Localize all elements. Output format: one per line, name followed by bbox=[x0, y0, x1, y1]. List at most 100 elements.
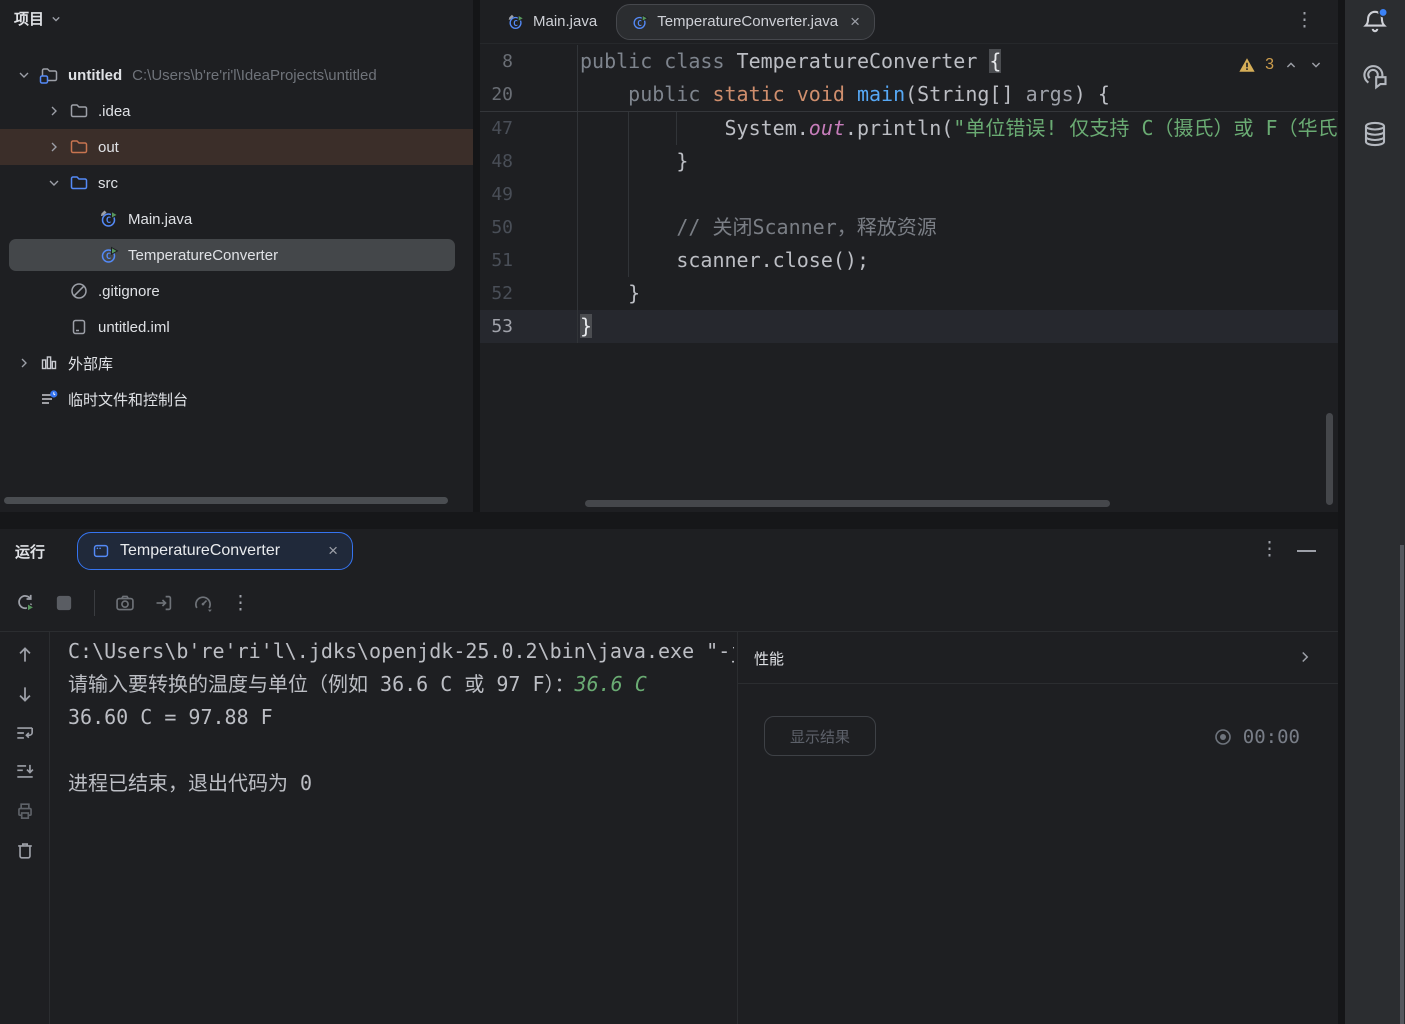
indent-guide bbox=[676, 112, 677, 145]
close-run-tab-icon[interactable]: × bbox=[328, 541, 338, 561]
scroll-down-icon[interactable] bbox=[14, 683, 36, 705]
notifications-bell-icon[interactable] bbox=[1359, 6, 1391, 38]
project-editor-splitter[interactable] bbox=[473, 0, 480, 515]
console-line-3 bbox=[68, 734, 734, 767]
tree-item-label: Main.java bbox=[128, 211, 192, 228]
svg-text:C: C bbox=[106, 252, 111, 262]
tree-item-临时文件和控制台[interactable]: 临时文件和控制台 bbox=[0, 381, 473, 417]
chevron-right-icon[interactable] bbox=[1296, 648, 1314, 666]
chevron-down-icon[interactable] bbox=[46, 175, 68, 191]
run-body: C:\Users\b're'ri'l\.jdks\openjdk-25.0.2\… bbox=[0, 632, 1338, 1024]
svg-text:C: C bbox=[513, 17, 518, 27]
tree-item-src[interactable]: src bbox=[0, 165, 473, 201]
code-line-text: System.out.println("单位错误! 仅支持 C（摄氏）或 F（华… bbox=[578, 112, 1338, 145]
code-line-49[interactable]: 49 bbox=[480, 178, 1338, 211]
prev-problem-chevron-up-icon[interactable] bbox=[1283, 57, 1299, 73]
strip-scrollbar[interactable] bbox=[1400, 545, 1404, 1024]
tree-item-main-java[interactable]: CMain.java bbox=[0, 201, 473, 237]
code-line-text: scanner.close(); bbox=[578, 244, 869, 277]
line-number: 8 bbox=[480, 45, 578, 78]
code-line-48[interactable]: 48 } bbox=[480, 145, 1338, 178]
editor-run-splitter[interactable] bbox=[0, 512, 1338, 529]
hide-tool-window-button[interactable] bbox=[1297, 550, 1316, 552]
folder-source-icon bbox=[68, 173, 90, 193]
editor-scrollbar-vertical[interactable] bbox=[1326, 413, 1333, 505]
chevron-right-icon[interactable] bbox=[16, 355, 38, 371]
warning-count: 3 bbox=[1265, 56, 1274, 74]
code-line-51[interactable]: 51 scanner.close(); bbox=[480, 244, 1338, 277]
console-line-2: 36.60 C = 97.88 F bbox=[68, 701, 734, 734]
show-results-button[interactable]: 显示结果 bbox=[764, 716, 876, 756]
line-number: 48 bbox=[480, 145, 578, 178]
project-view-selector[interactable]: 项目 bbox=[14, 8, 64, 29]
tree-item-gitignore[interactable]: .gitignore bbox=[0, 273, 473, 309]
ai-assistant-icon[interactable] bbox=[1359, 60, 1391, 92]
tree-item-label: 外部库 bbox=[68, 353, 113, 374]
print-icon[interactable] bbox=[14, 800, 36, 822]
camera-snapshot-icon[interactable] bbox=[114, 592, 136, 614]
record-icon bbox=[1213, 727, 1233, 747]
inspections-widget[interactable]: 3 bbox=[1238, 56, 1324, 74]
code-line-47[interactable]: 47 System.out.println("单位错误! 仅支持 C（摄氏）或 … bbox=[480, 112, 1338, 145]
java-class-icon: C bbox=[631, 13, 649, 31]
tab-main-java[interactable]: C Main.java bbox=[492, 4, 612, 40]
close-tab-icon[interactable]: × bbox=[850, 13, 860, 30]
tree-item-idea[interactable]: .idea bbox=[0, 93, 473, 129]
scratches-icon bbox=[38, 389, 60, 409]
tree-item-untitled-iml[interactable]: untitled.iml bbox=[0, 309, 473, 345]
clear-all-trash-icon[interactable] bbox=[14, 839, 36, 861]
run-tool-window-title: 运行 bbox=[15, 541, 45, 562]
run-configuration-tab[interactable]: TemperatureConverter × bbox=[77, 532, 353, 570]
code-line-text: } bbox=[578, 145, 688, 178]
code-line-text: public static void main(String[] args) { bbox=[578, 78, 1110, 111]
open-console-icon[interactable] bbox=[153, 592, 175, 614]
sticky-line-20[interactable]: 20 public static void main(String[] args… bbox=[480, 78, 1338, 111]
chevron-right-icon[interactable] bbox=[46, 139, 68, 155]
ignored-icon bbox=[68, 281, 90, 301]
project-scrollbar-horizontal[interactable] bbox=[4, 497, 448, 504]
code-line-50[interactable]: 50 // 关闭Scanner，释放资源 bbox=[480, 211, 1338, 244]
code-line-52[interactable]: 52 } bbox=[480, 277, 1338, 310]
right-tool-strip bbox=[1345, 0, 1405, 1024]
editor-options-kebab-icon[interactable]: ⋮ bbox=[1295, 9, 1314, 32]
scroll-up-icon[interactable] bbox=[14, 644, 36, 666]
timer-value: 00:00 bbox=[1243, 726, 1300, 748]
run-console-output: C:\Users\b're'ri'l\.jdks\openjdk-25.0.2\… bbox=[68, 635, 734, 800]
code-area[interactable]: 47 System.out.println("单位错误! 仅支持 C（摄氏）或 … bbox=[480, 112, 1338, 343]
warning-icon bbox=[1238, 56, 1256, 74]
console-line-0: C:\Users\b're'ri'l\.jdks\openjdk-25.0.2\… bbox=[68, 635, 734, 668]
chevron-down-icon[interactable] bbox=[16, 67, 38, 83]
performance-panel: 性能 显示结果 00:00 bbox=[737, 632, 1338, 1024]
database-icon[interactable] bbox=[1359, 118, 1391, 150]
sticky-line-8[interactable]: 8public class TemperatureConverter { bbox=[480, 45, 1338, 78]
project-tree: untitledC:\Users\b're'ri'l\IdeaProjects\… bbox=[0, 57, 473, 417]
code-line-53[interactable]: 53} bbox=[480, 310, 1338, 343]
line-number: 52 bbox=[480, 277, 578, 310]
tree-item-path: C:\Users\b're'ri'l\IdeaProjects\untitled bbox=[132, 67, 377, 84]
run-options-kebab-icon[interactable]: ⋮ bbox=[1260, 538, 1279, 561]
indent-guide bbox=[628, 112, 629, 277]
next-problem-chevron-down-icon[interactable] bbox=[1308, 57, 1324, 73]
scroll-to-end-icon[interactable] bbox=[14, 761, 36, 783]
console-line-4: 进程已结束，退出代码为 0 bbox=[68, 767, 734, 800]
tree-item-temperatureconverter[interactable]: CTemperatureConverter bbox=[0, 237, 473, 273]
rerun-icon[interactable] bbox=[14, 592, 36, 614]
tree-item-out[interactable]: out bbox=[0, 129, 473, 165]
editor-area: C Main.java C TemperatureConverter.java … bbox=[480, 0, 1338, 512]
chevron-right-icon[interactable] bbox=[46, 103, 68, 119]
folder-excluded-icon bbox=[68, 137, 90, 157]
editor-scrollbar-horizontal[interactable] bbox=[585, 500, 1110, 507]
soft-wrap-icon[interactable] bbox=[14, 722, 36, 744]
tree-item-外部库[interactable]: 外部库 bbox=[0, 345, 473, 381]
run-toolbar-kebab-icon[interactable]: ⋮ bbox=[231, 592, 250, 615]
console-gutter-toolbar bbox=[0, 632, 50, 1024]
performance-header[interactable]: 性能 bbox=[738, 632, 1338, 684]
gauge-profiler-icon[interactable] bbox=[192, 592, 214, 614]
stop-icon[interactable] bbox=[53, 592, 75, 614]
tree-item-label: 临时文件和控制台 bbox=[68, 389, 188, 410]
library-icon bbox=[38, 353, 60, 373]
tab-temperatureconverter-java[interactable]: C TemperatureConverter.java × bbox=[616, 4, 875, 40]
line-number: 53 bbox=[480, 310, 578, 343]
tree-item-untitled[interactable]: untitledC:\Users\b're'ri'l\IdeaProjects\… bbox=[0, 57, 473, 93]
profiler-timer: 00:00 bbox=[1213, 726, 1300, 748]
